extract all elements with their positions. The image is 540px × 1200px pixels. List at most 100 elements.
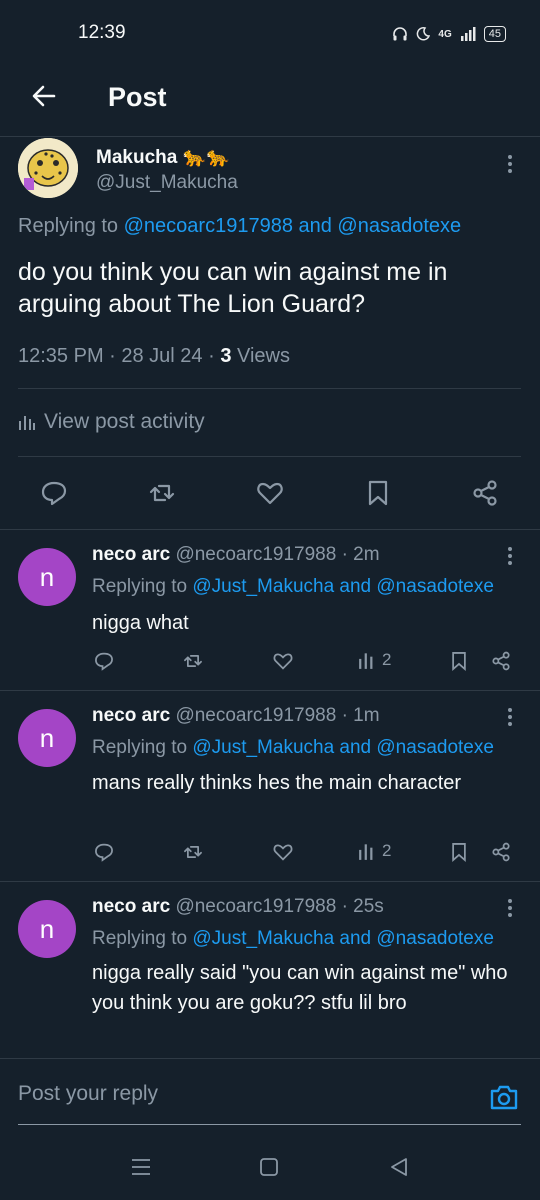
post-meta: 12:35 PM · 28 Jul 24 · 3 Views (18, 345, 290, 368)
heart-icon (273, 653, 293, 670)
reply-text: nigga really said "you can win against m… (92, 962, 508, 1014)
share-icon (473, 480, 497, 506)
views-count: 2 (382, 841, 392, 860)
reply-button[interactable] (39, 478, 69, 508)
cheetah-avatar-icon (18, 138, 78, 198)
author-handle[interactable]: @Just_Makucha (96, 172, 238, 194)
replying-to-prefix: Replying to (92, 576, 193, 597)
replying-to-mentions[interactable]: @Just_Makucha and @nasadotexe (192, 737, 494, 758)
repost-icon (149, 484, 175, 502)
moon-icon (417, 27, 431, 41)
author-name[interactable]: Makucha 🐆🐆 (96, 145, 230, 169)
page-title: Post (108, 82, 167, 112)
replying-to-mentions[interactable]: @necoarc1917988 and @nasadotexe (124, 215, 462, 237)
share-button[interactable] (490, 650, 512, 672)
reply-icon (95, 652, 113, 671)
more-vertical-icon (508, 547, 512, 565)
bookmark-icon (368, 480, 388, 506)
replying-to-mentions[interactable]: @Just_Makucha and @nasadotexe (192, 928, 494, 949)
network-type: 4G (438, 28, 452, 40)
reply-divider (0, 690, 540, 691)
headphones-icon (393, 27, 408, 41)
reply-author-name: neco arc (92, 896, 171, 917)
reply-handle-time: @necoarc1917988 · 1m (175, 705, 380, 726)
replying-to-prefix: Replying to (92, 737, 193, 758)
reply-handle-time: @necoarc1917988 · 25s (175, 896, 384, 917)
system-nav-bar (0, 1140, 540, 1200)
reply-text: mans really thinks hes the main characte… (92, 772, 462, 794)
more-vertical-icon (508, 899, 512, 917)
bookmark-button[interactable] (448, 650, 470, 672)
reply-button[interactable] (93, 841, 115, 863)
bookmark-icon (452, 843, 466, 863)
reply-actions: 2 (0, 650, 540, 676)
reply-author-name: neco arc (92, 705, 171, 726)
views-button[interactable]: 2 (358, 841, 391, 861)
reply-author[interactable]: neco arc @necoarc1917988 · 1m (92, 705, 380, 727)
reply-divider (0, 881, 540, 882)
like-button[interactable] (255, 478, 285, 508)
home-button[interactable] (259, 1157, 279, 1177)
repost-icon (184, 845, 202, 859)
status-time: 12:39 (78, 22, 126, 43)
analytics-icon (19, 416, 35, 430)
reply-author-name: neco arc (92, 544, 171, 565)
reply-more-button[interactable] (498, 544, 522, 568)
home-square-icon (260, 1158, 278, 1176)
bookmark-button[interactable] (363, 478, 393, 508)
more-vertical-icon (508, 155, 512, 173)
system-back-button[interactable] (388, 1156, 410, 1178)
camera-button[interactable] (488, 1082, 520, 1112)
author-avatar[interactable] (18, 138, 78, 198)
reply-replying-to: Replying to @Just_Makucha and @nasadotex… (92, 737, 494, 759)
post-timestamp: 12:35 PM · 28 Jul 24 · (18, 345, 221, 367)
composer-underline (18, 1124, 521, 1125)
repost-button[interactable] (147, 478, 177, 508)
reply-text: nigga what (92, 612, 189, 634)
header-divider (0, 136, 540, 137)
reply-actions: 2 (0, 841, 540, 867)
views-count: 3 (220, 345, 232, 367)
more-vertical-icon (508, 708, 512, 726)
views-button[interactable]: 2 (358, 650, 391, 670)
battery-indicator: 45 (483, 26, 506, 42)
share-icon (492, 651, 510, 671)
reply-author[interactable]: neco arc @necoarc1917988 · 25s (92, 896, 384, 918)
reply-avatar[interactable]: n (18, 709, 76, 767)
reply-more-button[interactable] (498, 896, 522, 920)
view-activity-link[interactable]: View post activity (18, 410, 205, 434)
views-count: 2 (382, 650, 392, 669)
repost-button[interactable] (182, 650, 204, 672)
replying-to-prefix: Replying to (18, 215, 124, 237)
share-icon (492, 842, 510, 862)
reply-button[interactable] (93, 650, 115, 672)
menu-icon (132, 1159, 150, 1175)
recent-apps-button[interactable] (130, 1156, 152, 1178)
heart-icon (273, 844, 293, 861)
like-button[interactable] (272, 650, 294, 672)
reply-more-button[interactable] (498, 705, 522, 729)
post-text: do you think you can win against me in a… (18, 258, 448, 318)
share-button[interactable] (490, 841, 512, 863)
actions-divider (0, 529, 540, 530)
activity-divider (18, 456, 521, 457)
bookmark-button[interactable] (448, 841, 470, 863)
reply-icon (41, 481, 67, 506)
camera-icon (490, 1085, 518, 1110)
heart-icon (257, 482, 283, 505)
replying-to-mentions[interactable]: @Just_Makucha and @nasadotexe (192, 576, 494, 597)
reply-replying-to: Replying to @Just_Makucha and @nasadotex… (92, 928, 494, 950)
back-button[interactable] (28, 80, 60, 112)
status-icons: 4G 45 (392, 22, 506, 46)
reply-avatar[interactable]: n (18, 900, 76, 958)
replying-to-line: Replying to @necoarc1917988 and @nasadot… (18, 215, 461, 238)
reply-input[interactable]: Post your reply (18, 1082, 158, 1106)
like-button[interactable] (272, 841, 294, 863)
reply-avatar[interactable]: n (18, 548, 76, 606)
reply-icon (95, 843, 113, 862)
repost-button[interactable] (182, 841, 204, 863)
reply-author[interactable]: neco arc @necoarc1917988 · 2m (92, 544, 380, 566)
more-options-button[interactable] (498, 152, 522, 176)
share-button[interactable] (470, 478, 500, 508)
views-label: Views (231, 345, 290, 367)
